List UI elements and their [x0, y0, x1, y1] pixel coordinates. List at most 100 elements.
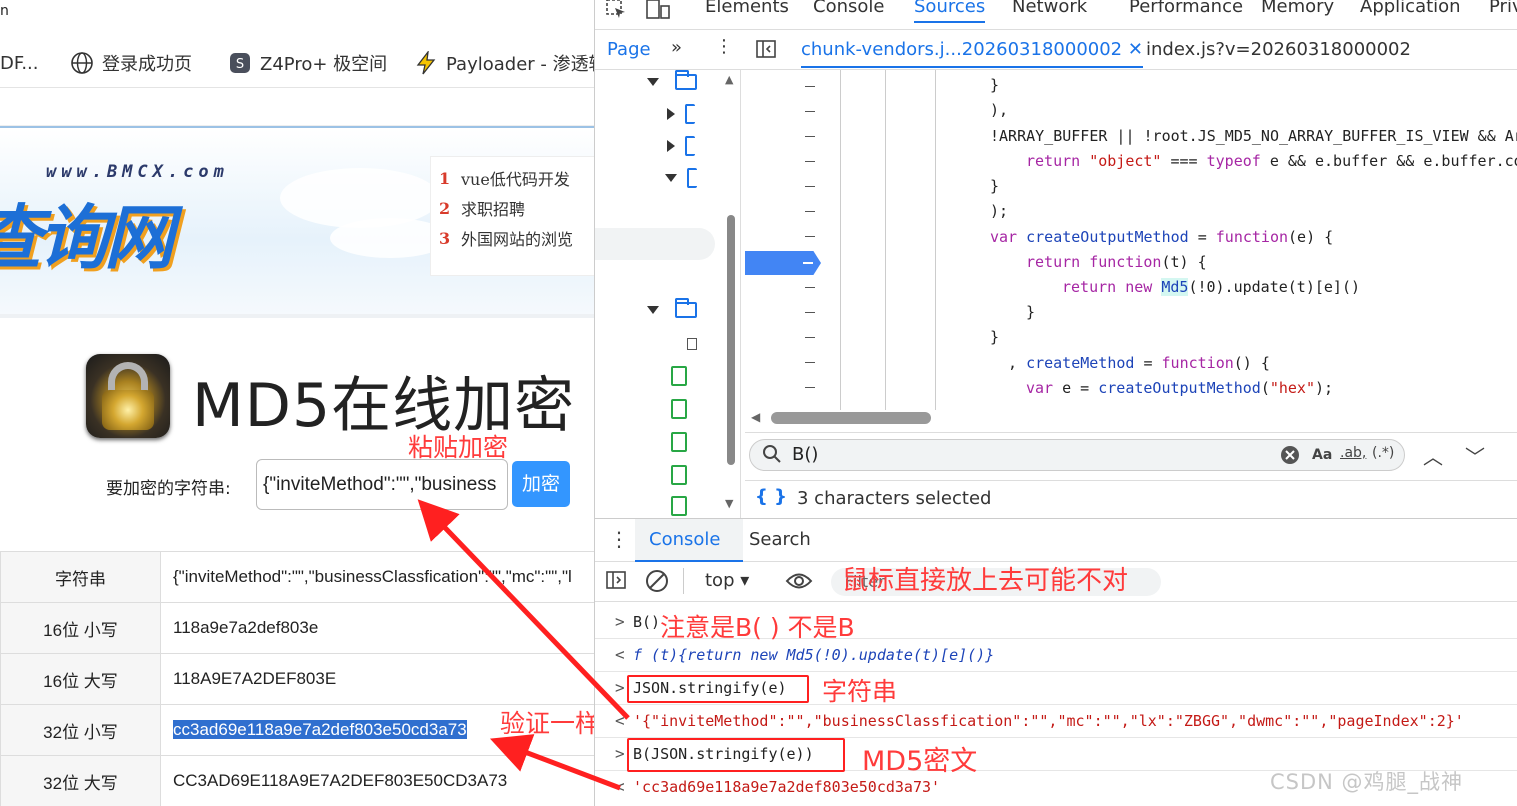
file-navigator: ▲ ▼ [595, 70, 741, 520]
indent-guide [935, 70, 936, 410]
bookmark-z4pro[interactable]: S Z4Pro+ 极空间 [228, 50, 387, 76]
drawer-tab-search[interactable]: Search [749, 529, 811, 550]
code-editor[interactable]: } ), !ARRAY_BUFFER || !root.JS_MD5_NO_AR… [745, 70, 1517, 410]
tab-sources[interactable]: Sources [914, 0, 986, 23]
bookmark-payloader[interactable]: Payloader - 渗透辅 [414, 50, 594, 76]
expand-arrow-icon[interactable] [667, 108, 675, 120]
code-line: } [990, 76, 1000, 94]
tree-file-row[interactable] [667, 134, 695, 158]
tree-file-row[interactable] [671, 494, 687, 518]
tree-file-row[interactable] [665, 166, 697, 190]
page-tab[interactable]: Page [607, 39, 651, 60]
tree-file-row[interactable] [671, 430, 687, 454]
tree-file-row[interactable] [671, 463, 687, 487]
console-text: '{"inviteMethod":"","businessClassficati… [633, 712, 1464, 730]
folder-icon [675, 298, 697, 318]
match-case-toggle[interactable]: Aa [1312, 447, 1332, 463]
whole-word-toggle[interactable]: .ab, [1340, 445, 1366, 461]
prompt-arrow-icon: > [615, 744, 625, 763]
code-search-bar: B() Aa .ab, (.*) ︿ ﹀ ⋮ [745, 432, 1517, 476]
tree-file-row[interactable] [671, 364, 687, 388]
string-input[interactable]: {"inviteMethod":"","business [256, 459, 508, 510]
tree-file-row[interactable] [671, 397, 687, 421]
device-toggle-icon[interactable] [645, 0, 671, 25]
scroll-left-icon[interactable]: ◀ [751, 410, 760, 424]
tree-file-row[interactable] [687, 332, 697, 356]
code-line: } [990, 328, 1000, 346]
drawer-tab-console[interactable]: Console [649, 529, 720, 550]
divider [0, 314, 594, 318]
inspect-icon[interactable] [605, 0, 627, 25]
hot-link-item[interactable]: 2 求职招聘 [439, 193, 594, 223]
annotation-verify-same: 验证一样 [500, 709, 594, 738]
table-row: 32位 大写 CC3AD69E118A9E7A2DEF803E50CD3A73 [0, 755, 594, 806]
scroll-down-icon[interactable]: ▼ [725, 497, 733, 510]
tab-console[interactable]: Console [813, 0, 884, 17]
code-line: !ARRAY_BUFFER || !root.JS_MD5_NO_ARRAY_B… [990, 127, 1517, 145]
toggle-navigator-icon[interactable] [755, 38, 777, 65]
selected-hash[interactable]: cc3ad69e118a9e7a2def803e50cd3a73 [173, 720, 467, 739]
clear-console-icon[interactable] [645, 569, 669, 597]
scroll-thumb[interactable] [771, 412, 931, 424]
expand-arrow-icon[interactable] [665, 174, 677, 182]
drawer-menu-icon[interactable]: ⋮ [609, 527, 629, 551]
bookmark-df[interactable]: DF... [0, 50, 39, 76]
tab-privacy[interactable]: Priv [1489, 0, 1517, 17]
table-row: 字符串 {"inviteMethod":"","businessClassfic… [0, 551, 594, 603]
pretty-print-icon[interactable]: { } [755, 486, 787, 507]
scroll-up-icon[interactable]: ▲ [725, 73, 733, 86]
next-match-icon[interactable]: ﹀ [1465, 441, 1485, 470]
close-icon[interactable]: ✕ [1128, 39, 1143, 60]
hot-link-item[interactable]: 3 外国网站的浏览 [439, 223, 594, 253]
tab-performance[interactable]: Performance [1129, 0, 1243, 17]
row-value[interactable]: CC3AD69E118A9E7A2DEF803E50CD3A73 [160, 755, 594, 806]
file-tab-index-js[interactable]: index.js?v=20260318000002 [1146, 39, 1411, 60]
sidebar-toggle-icon[interactable] [605, 569, 627, 595]
tree-folder-row[interactable] [647, 70, 697, 94]
search-input[interactable]: B() Aa .ab, (.*) [749, 439, 1405, 471]
expand-arrow-icon[interactable] [667, 140, 675, 152]
context-selector[interactable]: top ▾ [705, 570, 749, 591]
folder-icon [675, 70, 697, 90]
menu-dots-icon[interactable]: ⋮ [715, 36, 733, 57]
file-icon [671, 399, 687, 419]
tree-folder-row[interactable] [647, 298, 697, 322]
live-expression-eye-icon[interactable] [785, 571, 813, 595]
tab-memory[interactable]: Memory [1261, 0, 1334, 17]
lightning-icon [414, 51, 438, 75]
row-value[interactable]: 118A9E7A2DEF803E [160, 653, 594, 705]
annotation-b-call-note: 注意是B( ) 不是B [660, 613, 855, 642]
indent-guide [840, 70, 841, 410]
code-line-paused: return new Md5(!0).update(t)[e]() [1062, 278, 1361, 296]
row-value[interactable]: {"inviteMethod":"","businessClassficatio… [160, 551, 594, 603]
expand-arrow-icon[interactable] [647, 306, 659, 314]
previous-match-icon[interactable]: ︿ [1423, 441, 1443, 470]
bookmark-label: 登录成功页 [102, 54, 192, 75]
devtools-tabbar: Elements Console Sources Network Perform… [595, 0, 1517, 30]
console-line-output[interactable]: < '{"inviteMethod":"","businessClassfica… [595, 705, 1517, 738]
site-logo-text[interactable]: 查询网 [0, 182, 174, 283]
more-icon[interactable]: ⋮ [1509, 441, 1517, 465]
row-key: 16位 大写 [0, 653, 161, 705]
encrypt-button[interactable]: 加密 [512, 461, 570, 507]
tab-network[interactable]: Network [1012, 0, 1087, 17]
tree-file-row[interactable] [667, 102, 695, 126]
tab-application[interactable]: Application [1360, 0, 1461, 17]
drawer-tabbar: ⋮ Console Search [595, 518, 1517, 562]
scroll-thumb[interactable] [727, 215, 735, 465]
navigator-scrollbar[interactable]: ▲ ▼ [725, 73, 735, 510]
clear-search-icon[interactable] [1280, 445, 1300, 469]
expand-arrow-icon[interactable] [647, 78, 659, 86]
code-horizontal-scrollbar[interactable]: ◀ [745, 410, 1517, 428]
annotation-mouse-warning: 鼠标直接放上去可能不对 [842, 566, 1129, 596]
regex-toggle[interactable]: (.*) [1372, 445, 1394, 461]
more-tabs-icon[interactable]: » [671, 37, 682, 58]
hot-link-item[interactable]: 1 vue低代码开发 [439, 163, 594, 193]
folder-icon [687, 168, 697, 188]
tab-elements[interactable]: Elements [705, 0, 789, 17]
row-value[interactable]: 118a9e7a2def803e [160, 602, 594, 654]
breakpoint-marker[interactable] [745, 251, 821, 275]
prompt-arrow-icon: > [615, 612, 625, 631]
bookmark-login-success[interactable]: 登录成功页 [70, 50, 192, 76]
file-tab-chunk-vendors[interactable]: chunk-vendors.j...20260318000002 ✕ [801, 39, 1143, 68]
